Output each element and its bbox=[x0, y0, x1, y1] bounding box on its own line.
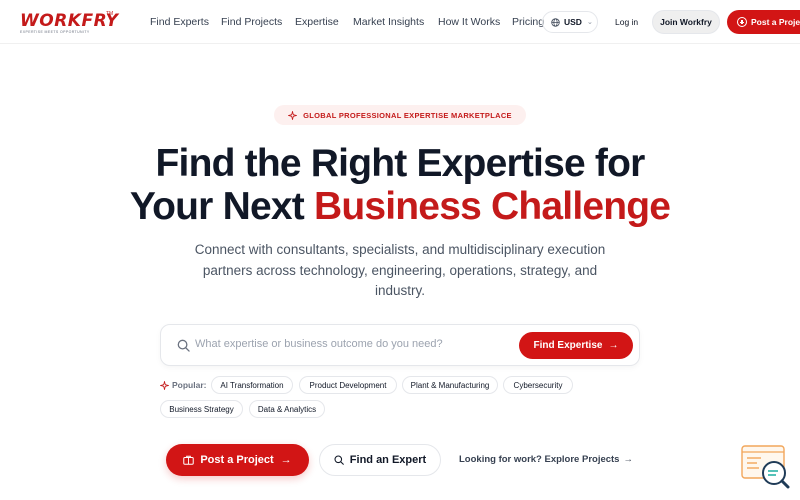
hero-badge-text: GLOBAL PROFESSIONAL EXPERTISE MARKETPLAC… bbox=[303, 110, 512, 120]
hero-badge: GLOBAL PROFESSIONAL EXPERTISE MARKETPLAC… bbox=[274, 105, 526, 125]
currency-selector[interactable]: USD ⌄ bbox=[542, 11, 598, 33]
popular-tag-data-analytics[interactable]: Data & Analytics bbox=[249, 400, 325, 418]
expertise-search-bar: Find Expertise → bbox=[160, 324, 640, 366]
sparkle-icon bbox=[160, 380, 169, 390]
hero-headline-plain: Your Next bbox=[129, 185, 314, 228]
brand-tagline: EXPERTISE MEETS OPPORTUNITY bbox=[20, 30, 90, 34]
nav-link-find-experts[interactable]: Find Experts bbox=[150, 16, 209, 28]
search-icon bbox=[177, 339, 190, 352]
find-expertise-label: Find Expertise bbox=[533, 340, 603, 351]
explore-projects-label: Looking for work? Explore Projects bbox=[459, 454, 620, 465]
hero-headline-line2: Your Next Business Challenge bbox=[0, 186, 800, 228]
top-navbar: WORKFRY TM EXPERTISE MEETS OPPORTUNITY F… bbox=[0, 0, 800, 44]
nav-link-pricing[interactable]: Pricing bbox=[512, 16, 544, 28]
nav-link-market-insights[interactable]: Market Insights bbox=[353, 16, 424, 28]
currency-label: USD bbox=[564, 17, 582, 27]
find-expert-label: Find an Expert bbox=[349, 454, 427, 466]
brand-trademark: TM bbox=[106, 11, 114, 17]
explore-projects-link[interactable]: Looking for work? Explore Projects → bbox=[459, 454, 633, 465]
post-project-nav-button[interactable]: Post a Project bbox=[727, 10, 800, 34]
popular-tag-product-development[interactable]: Product Development bbox=[299, 376, 397, 394]
post-project-label: Post a Project bbox=[200, 454, 274, 466]
sparkle-icon bbox=[288, 110, 298, 120]
nav-link-find-projects[interactable]: Find Projects bbox=[221, 16, 282, 28]
hero-headline-line1: Find the Right Expertise for bbox=[155, 142, 646, 185]
briefcase-icon bbox=[183, 455, 195, 465]
arrow-right-icon: → bbox=[608, 340, 619, 351]
post-project-button[interactable]: Post a Project → bbox=[166, 444, 309, 476]
globe-icon bbox=[551, 17, 560, 27]
post-project-nav-label: Post a Project bbox=[751, 17, 800, 27]
hero-headline-accent: Business Challenge bbox=[313, 185, 671, 228]
arrow-right-icon: → bbox=[623, 454, 633, 465]
hero-subtext: Connect with consultants, specialists, a… bbox=[194, 242, 606, 298]
search-input[interactable] bbox=[195, 338, 505, 350]
popular-label-text: Popular: bbox=[172, 380, 207, 390]
find-expertise-button[interactable]: Find Expertise → bbox=[519, 332, 633, 359]
popular-tag-business-strategy[interactable]: Business Strategy bbox=[160, 400, 243, 418]
popular-label: Popular: bbox=[160, 380, 206, 390]
brand-name: WORKFRY bbox=[20, 11, 119, 31]
plus-circle-icon bbox=[737, 17, 747, 27]
search-icon bbox=[334, 455, 344, 465]
chat-search-widget-icon bbox=[741, 445, 790, 489]
join-button[interactable]: Join Workfry bbox=[652, 10, 720, 34]
chat-search-widget[interactable] bbox=[741, 445, 791, 489]
nav-link-expertise[interactable]: Expertise bbox=[295, 16, 339, 28]
nav-link-how-it-works[interactable]: How It Works bbox=[438, 16, 500, 28]
login-link[interactable]: Log in bbox=[615, 17, 638, 27]
brand-logo[interactable]: WORKFRY TM EXPERTISE MEETS OPPORTUNITY bbox=[20, 11, 118, 35]
popular-tag-plant-manufacturing[interactable]: Plant & Manufacturing bbox=[402, 376, 498, 394]
popular-tag-cybersecurity[interactable]: Cybersecurity bbox=[503, 376, 573, 394]
arrow-right-icon: → bbox=[280, 454, 292, 466]
popular-tag-ai-transformation[interactable]: AI Transformation bbox=[211, 376, 293, 394]
find-expert-button[interactable]: Find an Expert bbox=[319, 444, 441, 476]
chevron-down-icon: ⌄ bbox=[586, 19, 593, 26]
